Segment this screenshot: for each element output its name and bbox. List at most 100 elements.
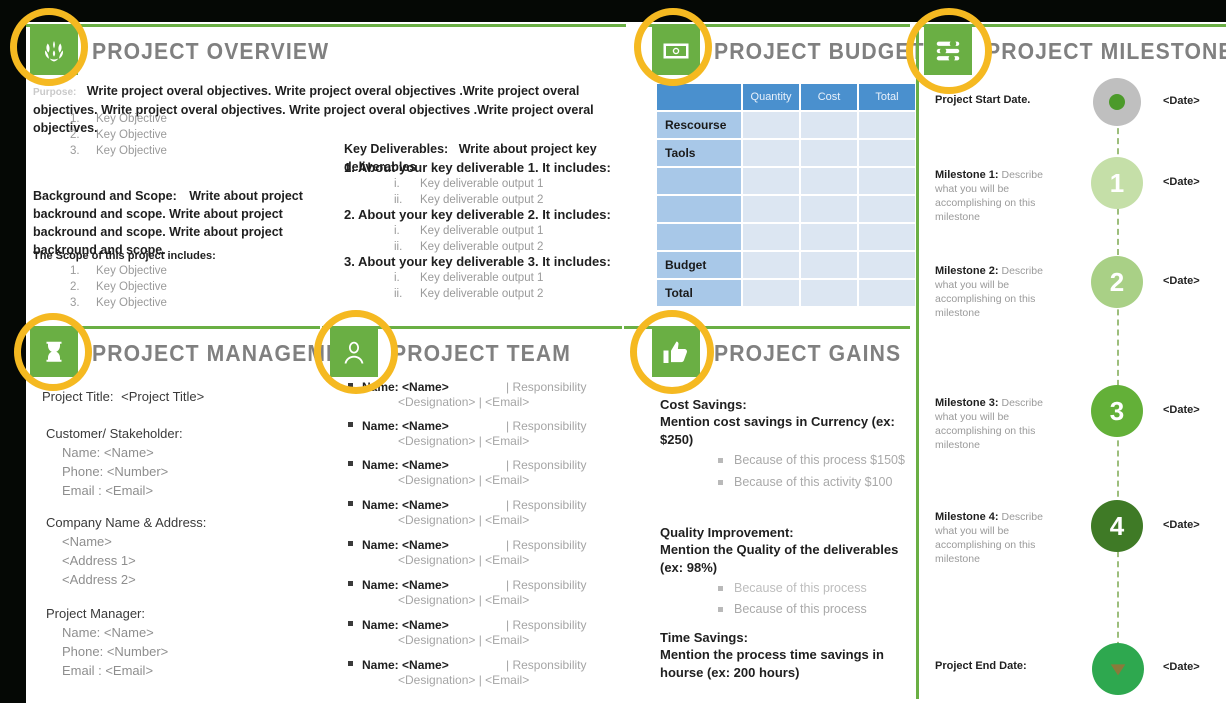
cell[interactable]	[743, 196, 799, 222]
member-detail: <Designation> | <Email>	[398, 593, 530, 607]
deliverables-label: Key Deliverables:	[344, 142, 449, 156]
milestone-date-start: <Date>	[1163, 95, 1200, 107]
milestone-marker-end[interactable]	[1092, 643, 1144, 695]
cell[interactable]	[743, 112, 799, 138]
member-name: Name: <Name>	[362, 538, 449, 552]
milestone-marker-3[interactable]: 3	[1091, 385, 1143, 437]
cell[interactable]	[859, 112, 915, 138]
team-member[interactable]: Name: <Name> <Designation> | <Email> | R…	[348, 419, 628, 449]
slide-page: PROJECT OVERVIEW Purpose: Write project …	[0, 0, 1226, 703]
cell[interactable]	[859, 140, 915, 166]
group-line[interactable]: Phone: <Number>	[62, 462, 183, 481]
milestone-marker-4[interactable]: 4	[1091, 500, 1143, 552]
project-title-value[interactable]: <Project Title>	[121, 389, 204, 404]
background-label: Background and Scope:	[33, 189, 177, 203]
list-item: 1. Key Objective	[70, 265, 167, 277]
member-detail: <Designation> | <Email>	[398, 673, 530, 687]
table-row[interactable]	[657, 168, 915, 194]
group-line[interactable]: <Address 2>	[62, 570, 206, 589]
manager-group: Project Manager: Name: <Name> Phone: <Nu…	[46, 604, 168, 680]
member-name: Name: <Name>	[362, 618, 449, 632]
cell[interactable]	[743, 140, 799, 166]
purpose-label: Purpose:	[33, 87, 77, 98]
cell[interactable]	[801, 112, 857, 138]
bullet-icon	[348, 461, 353, 466]
cell[interactable]	[743, 252, 799, 278]
bullet-icon	[348, 661, 353, 666]
management-icon-ring	[14, 313, 92, 391]
row-label: Total	[657, 280, 741, 306]
table-row[interactable]	[657, 224, 915, 250]
list-item: Because of this activity $100	[718, 474, 918, 491]
overview-icon-ring	[10, 8, 88, 86]
group-body: Mention cost savings in Currency (ex: $2…	[660, 414, 895, 447]
table-row[interactable]: Taols	[657, 140, 915, 166]
group-line[interactable]: Email : <Email>	[62, 661, 168, 680]
group-line[interactable]: <Name>	[62, 532, 206, 551]
cell[interactable]	[859, 196, 915, 222]
milestone-marker-2[interactable]: 2	[1091, 256, 1143, 308]
cell[interactable]	[859, 224, 915, 250]
team-member[interactable]: Name: <Name> <Designation> | <Email> | R…	[348, 498, 628, 528]
member-name: Name: <Name>	[362, 658, 449, 672]
table-row[interactable]	[657, 196, 915, 222]
list-item: ii. Key deliverable output 2	[394, 194, 544, 206]
group-body: Mention the process time savings in hour…	[660, 647, 884, 680]
row-label	[657, 196, 741, 222]
group-line[interactable]: Name: <Name>	[62, 443, 183, 462]
group-line[interactable]: Phone: <Number>	[62, 642, 168, 661]
group-heading: Company Name & Address:	[46, 515, 207, 530]
cell[interactable]	[743, 224, 799, 250]
list-item: 2. Key Objective	[70, 129, 167, 141]
member-detail: <Designation> | <Email>	[398, 553, 530, 567]
cell[interactable]	[859, 252, 915, 278]
team-member[interactable]: Name: <Name> <Designation> | <Email> | R…	[348, 618, 628, 648]
milestone-marker-start[interactable]	[1093, 78, 1141, 126]
row-label: Taols	[657, 140, 741, 166]
cell[interactable]	[801, 168, 857, 194]
budget-title: PROJECT BUDGET	[714, 37, 925, 64]
table-row[interactable]: Budget	[657, 252, 915, 278]
group-line[interactable]: Name: <Name>	[62, 623, 168, 642]
cell[interactable]	[859, 280, 915, 306]
cell[interactable]	[801, 196, 857, 222]
gains-icon-ring	[630, 310, 714, 394]
cell[interactable]	[743, 280, 799, 306]
project-title-row: Project Title: <Project Title>	[42, 389, 204, 404]
milestone-marker-1[interactable]: 1	[1091, 157, 1143, 209]
cell[interactable]	[801, 224, 857, 250]
list-item: Because of this process	[718, 580, 918, 597]
group-line[interactable]: <Address 1>	[62, 551, 206, 570]
team-member[interactable]: Name: <Name> <Designation> | <Email> | R…	[348, 658, 628, 688]
list-item: i. Key deliverable output 1	[394, 178, 544, 190]
bullet-icon	[348, 541, 353, 546]
member-responsibility: | Responsibility	[506, 578, 587, 592]
quality-group: Quality Improvement: Mention the Quality…	[660, 525, 910, 577]
bullet-icon	[348, 621, 353, 626]
member-responsibility: | Responsibility	[506, 498, 587, 512]
bullet-icon	[348, 581, 353, 586]
member-responsibility: | Responsibility	[506, 380, 587, 394]
member-responsibility: | Responsibility	[506, 618, 587, 632]
budget-table[interactable]: Quantity Cost Total Rescourse Taols Budg…	[655, 82, 917, 308]
row-label: Budget	[657, 252, 741, 278]
member-responsibility: | Responsibility	[506, 458, 587, 472]
team-member[interactable]: Name: <Name> <Designation> | <Email> | R…	[348, 578, 628, 608]
team-member[interactable]: Name: <Name> <Designation> | <Email> | R…	[348, 458, 628, 488]
milestone-date-1: <Date>	[1163, 176, 1200, 188]
cell[interactable]	[801, 140, 857, 166]
overview-scope-list: 1. Key Objective 2. Key Objective 3. Key Ob…	[70, 263, 167, 311]
cell[interactable]	[801, 252, 857, 278]
cell[interactable]	[743, 168, 799, 194]
team-member[interactable]: Name: <Name> <Designation> | <Email> | R…	[348, 380, 628, 410]
team-member[interactable]: Name: <Name> <Designation> | <Email> | R…	[348, 538, 628, 568]
cell[interactable]	[859, 168, 915, 194]
square-bullet-icon	[718, 607, 723, 612]
cell[interactable]	[801, 280, 857, 306]
table-row[interactable]: Rescourse	[657, 112, 915, 138]
group-heading: Quality Improvement:	[660, 525, 794, 540]
table-row[interactable]: Total	[657, 280, 915, 306]
group-line[interactable]: Email : <Email>	[62, 481, 183, 500]
row-label: Rescourse	[657, 112, 741, 138]
milestone-label-3: Milestone 3: Describe what you will be a…	[935, 397, 1043, 451]
